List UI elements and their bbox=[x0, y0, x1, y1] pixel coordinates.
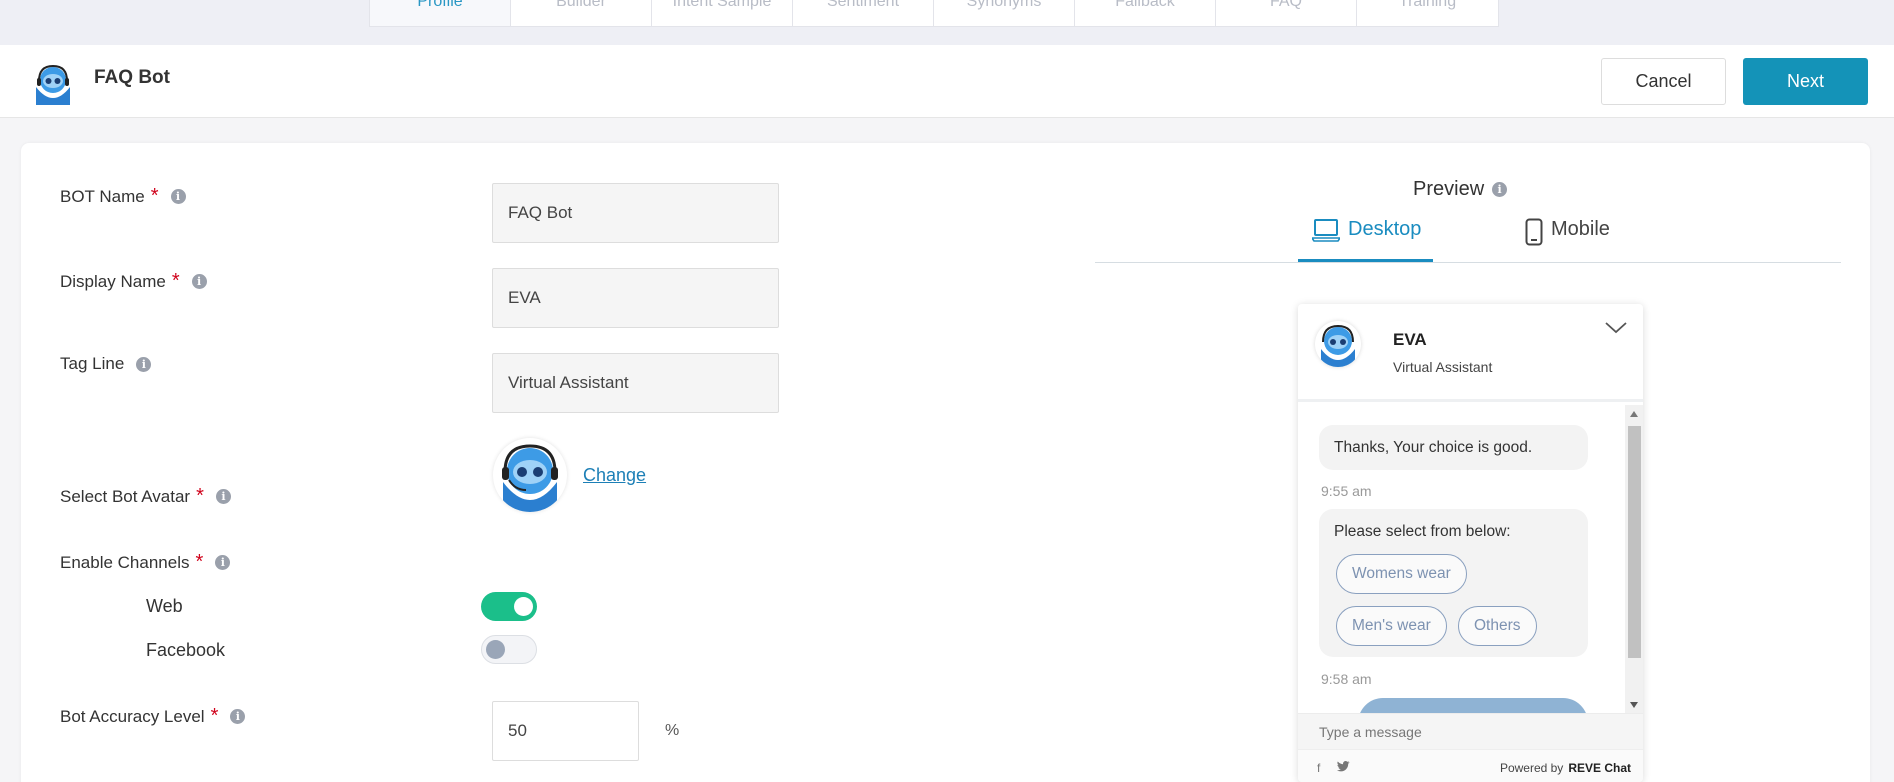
tag-line-input[interactable] bbox=[492, 353, 779, 413]
chevron-down-icon[interactable] bbox=[1603, 318, 1629, 338]
quick-reply-chip[interactable]: Womens wear bbox=[1336, 554, 1467, 594]
page-title: FAQ Bot bbox=[94, 67, 170, 88]
info-icon[interactable]: i bbox=[136, 356, 152, 372]
tab-desktop[interactable]: Desktop bbox=[1298, 218, 1433, 262]
chat-widget-preview: EVA Virtual Assistant Thanks, Your choic… bbox=[1298, 304, 1643, 782]
powered-by: Powered by REVE Chat bbox=[1500, 761, 1631, 775]
quick-reply-chip[interactable]: Men's wear bbox=[1336, 606, 1447, 646]
twitter-icon[interactable] bbox=[1337, 761, 1350, 772]
display-name-label: Display Name * i bbox=[60, 270, 207, 293]
scroll-thumb[interactable] bbox=[1628, 426, 1641, 658]
tag-line-label: Tag Line i bbox=[60, 354, 152, 374]
select-avatar-label: Select Bot Avatar * i bbox=[60, 485, 231, 508]
bot-avatar-icon bbox=[32, 62, 74, 105]
tab-mobile[interactable]: Mobile bbox=[1525, 218, 1610, 262]
tab-mobile-label: Mobile bbox=[1551, 218, 1610, 240]
bot-avatar-icon bbox=[1315, 321, 1361, 367]
bot-name-label: BOT Name * i bbox=[60, 185, 186, 208]
tab-fallback[interactable]: Fallback bbox=[1075, 0, 1216, 26]
accuracy-input[interactable] bbox=[492, 701, 639, 761]
info-icon[interactable]: i bbox=[215, 489, 231, 504]
enable-channels-label: Enable Channels * i bbox=[60, 551, 231, 574]
web-channel-label: Web bbox=[146, 596, 183, 616]
tab-training[interactable]: Training bbox=[1357, 0, 1498, 26]
required-mark: * bbox=[171, 270, 180, 292]
facebook-channel-toggle[interactable] bbox=[481, 635, 537, 664]
bot-name-label-text: BOT Name bbox=[60, 186, 145, 206]
bot-message-text: Please select from below: bbox=[1334, 523, 1511, 540]
scroll-up-icon[interactable] bbox=[1630, 411, 1638, 417]
required-mark: * bbox=[150, 185, 159, 207]
mobile-phone-icon bbox=[1525, 218, 1543, 246]
info-icon[interactable]: i bbox=[170, 189, 186, 204]
select-avatar-label-text: Select Bot Avatar bbox=[60, 486, 191, 506]
display-name-label-text: Display Name bbox=[60, 271, 166, 291]
bot-message: Thanks, Your choice is good. bbox=[1319, 425, 1588, 470]
preview-title: Preview i bbox=[1413, 178, 1508, 201]
display-name-input[interactable] bbox=[492, 268, 779, 328]
change-avatar-link[interactable]: Change bbox=[583, 465, 646, 486]
enable-channels-label-text: Enable Channels bbox=[60, 552, 190, 572]
preview-tabs: Desktop Mobile bbox=[1095, 218, 1841, 263]
accuracy-label-text: Bot Accuracy Level bbox=[60, 706, 205, 726]
chat-bot-tagline: Virtual Assistant bbox=[1393, 359, 1493, 375]
top-tabs-bar: Profile Builder Intent Sample Sentiment … bbox=[0, 0, 1894, 45]
chat-message-input[interactable] bbox=[1298, 714, 1643, 749]
next-button[interactable]: Next bbox=[1743, 58, 1868, 105]
message-time: 9:58 am bbox=[1321, 671, 1372, 687]
tab-builder[interactable]: Builder bbox=[511, 0, 652, 26]
tab-sentiment[interactable]: Sentiment bbox=[793, 0, 934, 26]
preview-title-text: Preview bbox=[1413, 178, 1485, 200]
chat-footer: f Powered by REVE Chat bbox=[1298, 749, 1643, 782]
page-header: FAQ Bot Cancel Next bbox=[0, 45, 1894, 118]
quick-reply-chip[interactable]: Others bbox=[1458, 606, 1537, 646]
cancel-button[interactable]: Cancel bbox=[1601, 58, 1726, 105]
chat-messages: Thanks, Your choice is good. 9:55 am Ple… bbox=[1298, 405, 1643, 713]
info-icon[interactable]: i bbox=[230, 709, 246, 724]
info-icon[interactable]: i bbox=[1492, 182, 1508, 197]
chat-header: EVA Virtual Assistant bbox=[1298, 304, 1643, 402]
required-mark: * bbox=[195, 551, 204, 573]
chat-bot-name: EVA bbox=[1393, 330, 1427, 349]
chat-input-area bbox=[1298, 713, 1643, 749]
step-tabs: Profile Builder Intent Sample Sentiment … bbox=[369, 0, 1499, 27]
facebook-channel-label: Facebook bbox=[146, 640, 226, 660]
tab-desktop-label: Desktop bbox=[1348, 218, 1422, 240]
toggle-knob bbox=[514, 597, 533, 616]
social-links: f bbox=[1317, 761, 1350, 775]
message-time: 9:55 am bbox=[1321, 483, 1372, 499]
tab-synonyms[interactable]: Synonyms bbox=[934, 0, 1075, 26]
powered-by-text: Powered by bbox=[1499, 761, 1564, 775]
required-mark: * bbox=[196, 485, 204, 507]
laptop-icon bbox=[1312, 219, 1340, 242]
scroll-down-icon[interactable] bbox=[1630, 702, 1638, 708]
tab-intent-sample[interactable]: Intent Sample bbox=[652, 0, 793, 26]
facebook-icon[interactable]: f bbox=[1317, 761, 1320, 775]
toggle-knob bbox=[486, 640, 505, 659]
brand-name: REVE Chat bbox=[1568, 761, 1631, 775]
info-icon[interactable]: i bbox=[215, 555, 231, 570]
required-mark: * bbox=[210, 705, 219, 727]
web-channel-toggle[interactable] bbox=[481, 592, 537, 621]
tab-profile[interactable]: Profile bbox=[370, 0, 511, 26]
chat-scrollbar[interactable] bbox=[1625, 405, 1643, 713]
bot-avatar-preview bbox=[493, 438, 567, 512]
tab-faq[interactable]: FAQ bbox=[1216, 0, 1357, 26]
bot-name-input[interactable] bbox=[492, 183, 779, 243]
accuracy-label: Bot Accuracy Level * i bbox=[60, 705, 246, 728]
percent-unit: % bbox=[665, 722, 680, 739]
tag-line-label-text: Tag Line bbox=[60, 354, 125, 373]
user-message bbox=[1358, 698, 1588, 713]
info-icon[interactable]: i bbox=[191, 274, 207, 289]
